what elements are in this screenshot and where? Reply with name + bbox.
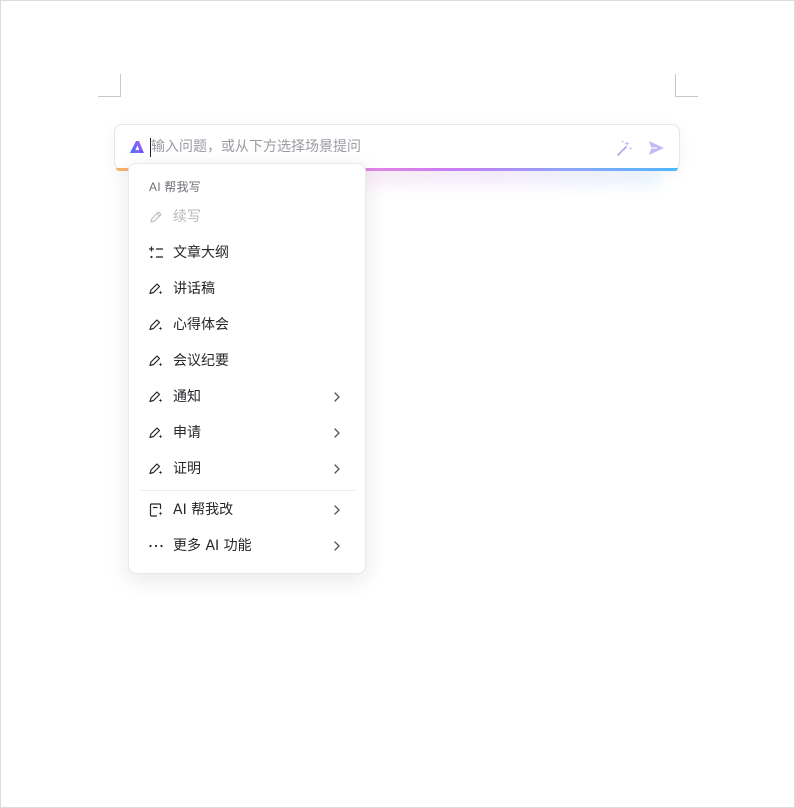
menu-item-label: 续写 <box>173 209 201 225</box>
menu-item-more-ai-features[interactable]: 更多 AI 功能 <box>137 530 357 562</box>
menu-item-label: 会议纪要 <box>173 353 229 369</box>
menu-item-label: 文章大纲 <box>173 245 229 261</box>
menu-item-application[interactable]: 申请 <box>137 417 357 449</box>
page-corner-mark-top-left <box>98 74 121 97</box>
more-dots-icon <box>149 544 163 548</box>
chevron-right-icon <box>334 464 340 474</box>
pen-icon <box>150 211 162 223</box>
menu-item-speech-draft[interactable]: 讲话稿 <box>137 273 357 305</box>
menu-item-reflections[interactable]: 心得体会 <box>137 309 357 341</box>
document-page <box>0 0 795 808</box>
chevron-right-icon <box>334 541 340 551</box>
ai-logo-icon <box>130 141 144 153</box>
menu-item-article-outline[interactable]: 文章大纲 <box>137 237 357 269</box>
pen-sparkle-icon <box>149 427 163 439</box>
doc-edit-sparkle-icon <box>149 503 163 517</box>
outline-list-icon <box>149 246 163 259</box>
pen-sparkle-icon <box>149 463 163 475</box>
ai-scenario-menu: AI 帮我写 续写 文章大纲 讲话稿 心得体会 会议纪要 通知 申请 证明 AI… <box>128 163 366 574</box>
send-icon[interactable] <box>646 138 666 158</box>
menu-item-label: 通知 <box>173 389 201 405</box>
menu-item-label: 证明 <box>173 461 201 477</box>
menu-item-label: 申请 <box>173 425 201 441</box>
menu-item-notice[interactable]: 通知 <box>137 381 357 413</box>
chevron-right-icon <box>334 505 340 515</box>
chevron-right-icon <box>334 392 340 402</box>
menu-item-ai-revise[interactable]: AI 帮我改 <box>137 494 357 526</box>
menu-item-certificate[interactable]: 证明 <box>137 453 357 485</box>
pen-sparkle-icon <box>149 355 163 367</box>
page-corner-mark-top-right <box>675 74 698 97</box>
menu-divider <box>141 490 355 491</box>
pen-sparkle-icon <box>149 319 163 331</box>
menu-item-label: AI 帮我改 <box>173 502 234 518</box>
menu-item-continue-writing[interactable]: 续写 <box>137 201 357 233</box>
pen-sparkle-icon <box>149 283 163 295</box>
pen-sparkle-icon <box>149 391 163 403</box>
menu-section-title: AI 帮我写 <box>149 180 201 194</box>
chevron-right-icon <box>334 428 340 438</box>
menu-item-meeting-minutes[interactable]: 会议纪要 <box>137 345 357 377</box>
menu-item-label: 更多 AI 功能 <box>173 538 252 554</box>
magic-wand-icon[interactable] <box>614 138 634 158</box>
menu-item-label: 讲话稿 <box>173 281 215 297</box>
menu-item-label: 心得体会 <box>173 317 229 333</box>
prompt-input[interactable] <box>151 136 601 158</box>
